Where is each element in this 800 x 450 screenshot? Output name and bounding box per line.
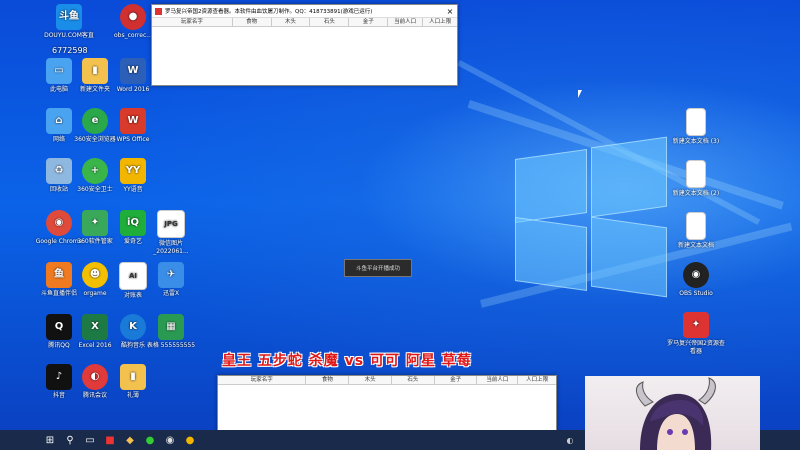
column-header[interactable]: 金子	[349, 18, 389, 26]
resource-viewer-window[interactable]: 罗马复兴帝国2资源查看器。本软件由血饮屠刀制作。QQ：418733891(游戏已…	[151, 4, 458, 86]
match-banner: 皇王 五步蛇 杀魔 vs 可可 阿星 草莓	[222, 353, 472, 369]
close-button[interactable]: ×	[443, 7, 457, 16]
taskbar-app-wechat-icon[interactable]: ●	[140, 430, 160, 450]
taskview-icon[interactable]: ▭	[80, 430, 100, 450]
desktop-icon-label: 迅雷X	[162, 290, 180, 297]
stream-status-toast: 斗鱼平台开播成功	[344, 259, 412, 277]
word-icon: W	[120, 58, 146, 84]
douyu-icon: 斗鱼	[56, 4, 82, 30]
desktop-icon-label: 新建文本文档 (2)	[672, 190, 720, 197]
rome-viewer-icon: ✦	[683, 312, 709, 338]
desktop-icon-label: 罗马复兴帝国2资源查看器	[667, 340, 725, 355]
webcam-overlay	[585, 376, 760, 450]
text-document-icon	[686, 160, 706, 188]
desktop-icon-label: WPS Office	[116, 136, 150, 143]
desktop-icon-douyu[interactable]: 斗鱼 DOUYU.COM客直	[40, 4, 98, 40]
app-icon	[155, 7, 162, 15]
table-header: 玩家名字 食物 木头 石头 金子 当前人口 人口上限	[218, 376, 556, 385]
column-header[interactable]: 金子	[435, 376, 478, 384]
taskbar-app-game-icon[interactable]: ◆	[120, 430, 140, 450]
column-header[interactable]: 玩家名字	[218, 376, 307, 384]
folder-icon: ▮	[120, 364, 146, 390]
desktop-icon-label: Word 2016	[116, 86, 150, 93]
mouse-cursor-icon	[578, 90, 582, 98]
column-header[interactable]: 玩家名字	[152, 18, 233, 26]
column-header[interactable]: 人口上限	[423, 18, 457, 26]
desktop-icon-yy[interactable]: YY YY语音	[104, 158, 162, 194]
text-document-icon	[686, 212, 706, 240]
column-header[interactable]: 当前人口	[388, 18, 424, 26]
table-header: 玩家名字 食物 木头 石头 金子 当前人口 人口上限	[152, 18, 457, 27]
desktop-icon-rome-viewer[interactable]: ✦ 罗马复兴帝国2资源查看器	[667, 312, 725, 356]
column-header[interactable]: 人口上限	[518, 376, 556, 384]
image-file-icon: JPG	[157, 210, 185, 238]
spreadsheet-icon: ▦	[158, 314, 184, 340]
desktop-icon-text-doc-3[interactable]: 新建文本文档 (3)	[667, 108, 725, 146]
yy-icon: YY	[120, 158, 146, 184]
desktop: 斗鱼 DOUYU.COM客直 ● obs_correc... 6772598 ▭…	[0, 0, 800, 450]
search-icon[interactable]: ⚲	[60, 430, 80, 450]
xunlei-icon: ✈	[158, 262, 184, 288]
taskbar-app-rome-icon[interactable]: ■	[100, 430, 120, 450]
desktop-icon-label: 微信图片_2022061...	[153, 240, 189, 255]
windows-logo	[515, 136, 667, 298]
desktop-icon-label: 新建文本文档	[677, 242, 714, 249]
desktop-icon-label: 新建文本文档 (3)	[672, 138, 720, 145]
column-header[interactable]: 当前人口	[477, 376, 519, 384]
window-title: 罗马复兴帝国2资源查看器。本软件由血饮屠刀制作。QQ：418733891(游戏已…	[165, 9, 373, 15]
column-header[interactable]: 食物	[233, 18, 272, 26]
column-header[interactable]: 石头	[310, 18, 350, 26]
desktop-icon-wps[interactable]: W WPS Office	[104, 108, 162, 144]
desktop-icon-obs-studio[interactable]: ◉ OBS Studio	[667, 262, 725, 298]
desktop-icon-label: DOUYU.COM客直	[44, 32, 94, 39]
start-button[interactable]: ⊞	[40, 430, 60, 450]
window-title-bar[interactable]: 罗马复兴帝国2资源查看器。本软件由血饮屠刀制作。QQ：418733891(游戏已…	[152, 5, 457, 18]
tray-icon[interactable]: ◐	[560, 430, 580, 450]
wps-icon: W	[120, 108, 146, 134]
desktop-icon-sheet[interactable]: ▦ 表格 555555555	[142, 314, 200, 350]
desktop-icon-folder2[interactable]: ▮ 礼薄	[104, 364, 162, 400]
desktop-icon-jpg[interactable]: JPG 微信图片_2022061...	[142, 210, 200, 256]
vtuber-avatar-icon	[636, 377, 716, 450]
stream-id-text: 6772598	[52, 46, 88, 55]
obs-correct-icon: ●	[120, 4, 146, 30]
column-header[interactable]: 石头	[392, 376, 435, 384]
desktop-icon-text-doc-2[interactable]: 新建文本文档 (2)	[667, 160, 725, 198]
desktop-icon-label: 礼薄	[126, 392, 139, 399]
desktop-icon-label: OBS Studio	[679, 290, 713, 297]
desktop-icon-xunlei[interactable]: ✈ 迅雷X	[142, 262, 200, 298]
obs-icon: ◉	[683, 262, 709, 288]
desktop-icon-text-doc[interactable]: 新建文本文档	[667, 212, 725, 250]
taskbar-app-yy-icon[interactable]: ●	[180, 430, 200, 450]
resource-viewer-window-bottom[interactable]: 玩家名字 食物 木头 石头 金子 当前人口 人口上限	[217, 375, 557, 437]
column-header[interactable]: 食物	[306, 376, 350, 384]
text-document-icon	[686, 108, 706, 136]
taskbar-app-obs-icon[interactable]: ◉	[160, 430, 180, 450]
desktop-icon-label: YY语音	[123, 186, 143, 193]
column-header[interactable]: 木头	[272, 18, 311, 26]
desktop-icon-label: 表格 555555555	[146, 342, 196, 349]
column-header[interactable]: 木头	[349, 376, 392, 384]
